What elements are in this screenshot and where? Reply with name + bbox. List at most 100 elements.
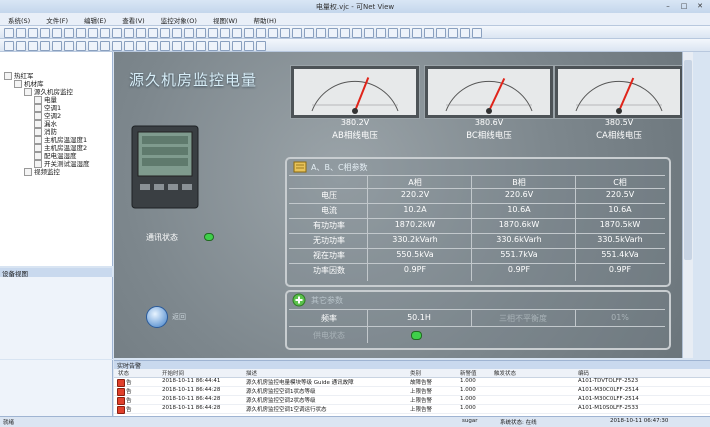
toolbar-button-icon[interactable] (208, 41, 218, 51)
toolbar-button-icon[interactable] (220, 41, 230, 51)
tree-item[interactable]: 视频监控 (24, 166, 60, 176)
toolbar-button-icon[interactable] (124, 41, 134, 51)
toolbar-button-icon[interactable] (16, 41, 26, 51)
col-code[interactable]: 编码 (578, 369, 589, 377)
menu-view[interactable]: 查看(V) (114, 13, 153, 25)
toolbar-button-icon[interactable] (184, 41, 194, 51)
alarm-status: 告 (126, 398, 132, 404)
toolbar-button-icon[interactable] (364, 28, 374, 38)
toolbar-button-icon[interactable] (64, 41, 74, 51)
toolbar-main (0, 26, 710, 39)
tree-node-icon (4, 72, 12, 80)
back-label[interactable]: 返回 (172, 312, 186, 322)
menu-system[interactable]: 系统(S) (0, 13, 38, 25)
toolbar-button-icon[interactable] (232, 28, 242, 38)
toolbar-button-icon[interactable] (148, 28, 158, 38)
toolbar-button-icon[interactable] (208, 28, 218, 38)
toolbar-button-icon[interactable] (16, 28, 26, 38)
toolbar-button-icon[interactable] (316, 28, 326, 38)
window-title: 电量权.vjc - 可Net View (315, 3, 395, 11)
toolbar-button-icon[interactable] (448, 28, 458, 38)
row-value: 10.2A (403, 205, 427, 214)
col-start-time[interactable]: 开始时间 (162, 369, 184, 377)
minimize-button[interactable]: – (660, 1, 676, 11)
toolbar-button-icon[interactable] (160, 28, 170, 38)
col-trigger[interactable]: 触发状态 (494, 369, 516, 377)
toolbar-button-icon[interactable] (76, 28, 86, 38)
vertical-scrollbar[interactable] (682, 52, 693, 358)
toolbar-button-icon[interactable] (4, 41, 14, 51)
other-params-header: 其它参数 (311, 296, 343, 305)
toolbar-button-icon[interactable] (112, 41, 122, 51)
toolbar-button-icon[interactable] (376, 28, 386, 38)
toolbar-button-icon[interactable] (244, 28, 254, 38)
toolbar-button-icon[interactable] (292, 28, 302, 38)
toolbar-button-icon[interactable] (304, 28, 314, 38)
toolbar-button-icon[interactable] (136, 28, 146, 38)
menu-monitor-object[interactable]: 监控对象(O) (153, 13, 205, 25)
col-status[interactable]: 状态 (118, 369, 129, 377)
toolbar-button-icon[interactable] (160, 41, 170, 51)
toolbar-button-icon[interactable] (184, 28, 194, 38)
menu-file[interactable]: 文件(F) (38, 13, 76, 25)
toolbar-button-icon[interactable] (400, 28, 410, 38)
alarm-row[interactable]: 告 2018-10-11 86:44:28 源久机房监控空调1状态等级 上限告警 1.0… (114, 387, 710, 396)
toolbar-button-icon[interactable] (436, 28, 446, 38)
menu-window[interactable]: 视图(W) (205, 13, 246, 25)
toolbar-button-icon[interactable] (256, 28, 266, 38)
toolbar-button-icon[interactable] (88, 28, 98, 38)
menu-edit[interactable]: 编辑(E) (76, 13, 114, 25)
toolbar-button-icon[interactable] (28, 28, 38, 38)
toolbar-button-icon[interactable] (232, 41, 242, 51)
close-button[interactable]: ✕ (692, 1, 708, 11)
toolbar-button-icon[interactable] (172, 41, 182, 51)
gauge-icon (575, 77, 663, 114)
back-button[interactable] (146, 306, 168, 328)
toolbar-button-icon[interactable] (136, 41, 146, 51)
menu-help[interactable]: 帮助(H) (245, 13, 284, 25)
toolbar-button-icon[interactable] (196, 28, 206, 38)
toolbar-button-icon[interactable] (40, 41, 50, 51)
toolbar-button-icon[interactable] (388, 28, 398, 38)
row-value: 1870.2kW (394, 220, 436, 229)
toolbar-button-icon[interactable] (172, 28, 182, 38)
toolbar-button-icon[interactable] (28, 41, 38, 51)
toolbar-button-icon[interactable] (256, 41, 266, 51)
meter-bc (425, 66, 553, 118)
tree-node-icon (24, 88, 32, 96)
toolbar-button-icon[interactable] (352, 28, 362, 38)
toolbar-button-icon[interactable] (268, 28, 278, 38)
toolbar-button-icon[interactable] (340, 28, 350, 38)
toolbar-button-icon[interactable] (220, 28, 230, 38)
toolbar-button-icon[interactable] (40, 28, 50, 38)
toolbar-button-icon[interactable] (124, 28, 134, 38)
toolbar-button-icon[interactable] (328, 28, 338, 38)
toolbar-button-icon[interactable] (100, 28, 110, 38)
toolbar-button-icon[interactable] (52, 28, 62, 38)
toolbar-button-icon[interactable] (196, 41, 206, 51)
alarm-row[interactable]: 告 2018-10-11 86:44:28 源久机房监控空调2状态等级 上限告警 1.0… (114, 396, 710, 405)
toolbar-button-icon[interactable] (100, 41, 110, 51)
left-bottom-panel (0, 360, 113, 416)
toolbar-button-icon[interactable] (424, 28, 434, 38)
unbalance-label: 三相不平衡度 (499, 314, 547, 323)
col-category[interactable]: 类别 (410, 369, 421, 377)
toolbar-button-icon[interactable] (460, 28, 470, 38)
toolbar-button-icon[interactable] (412, 28, 422, 38)
maximize-button[interactable]: □ (676, 1, 692, 11)
toolbar-button-icon[interactable] (280, 28, 290, 38)
toolbar-button-icon[interactable] (148, 41, 158, 51)
col-desc[interactable]: 描述 (246, 369, 257, 377)
toolbar-button-icon[interactable] (64, 28, 74, 38)
toolbar-button-icon[interactable] (244, 41, 254, 51)
alarm-time: 2018-10-11 86:44:28 (162, 387, 221, 393)
toolbar-button-icon[interactable] (4, 28, 14, 38)
col-value[interactable]: 新警值 (460, 369, 477, 377)
toolbar-button-icon[interactable] (112, 28, 122, 38)
toolbar-button-icon[interactable] (76, 41, 86, 51)
alarm-row[interactable]: 告 2018-10-11 86:44:28 源久机房监控空调1空调运行状态 上限告警 1… (114, 405, 710, 414)
toolbar-button-icon[interactable] (52, 41, 62, 51)
toolbar-button-icon[interactable] (472, 28, 482, 38)
alarm-row[interactable]: 告 2018-10-11 86:44:41 源久机房监控电量模块等级 Guide 通… (114, 378, 710, 387)
toolbar-button-icon[interactable] (88, 41, 98, 51)
